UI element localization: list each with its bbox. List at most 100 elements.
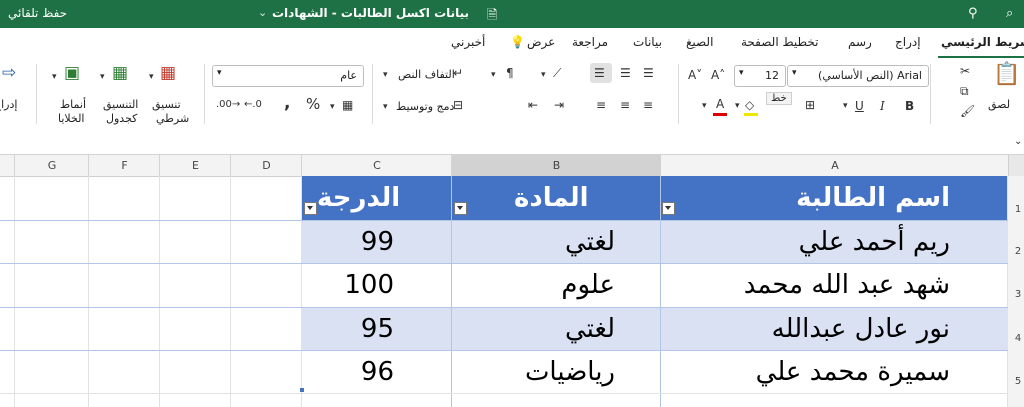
table-cell[interactable]: لغتي (565, 309, 615, 349)
table-cell[interactable]: علوم (561, 265, 615, 305)
column-header-e[interactable]: E (159, 155, 231, 176)
tab-page-layout[interactable]: تخطيط الصفحة (741, 35, 818, 49)
chevron-down-icon[interactable]: ▾ (149, 70, 154, 84)
column-header-f[interactable]: F (88, 155, 160, 176)
align-top-icon[interactable]: ☰ (643, 66, 654, 80)
conditional-format-label-2[interactable]: شرطي (156, 112, 189, 125)
chevron-down-icon[interactable]: ▾ (491, 68, 496, 82)
filter-dropdown-icon[interactable] (454, 202, 467, 215)
table-cell[interactable]: سميرة محمد علي (756, 352, 950, 392)
align-middle-icon[interactable]: ☰ (620, 66, 631, 80)
cell-styles-label-2[interactable]: الخلايا (58, 112, 85, 125)
column-header-b[interactable]: B (451, 155, 661, 178)
tab-formulas[interactable]: الصيغ (686, 35, 713, 49)
row-header[interactable]: 4 (1012, 333, 1024, 344)
bold-icon[interactable]: B (905, 99, 914, 113)
conditional-formatting-icon[interactable]: ▦ (160, 65, 176, 82)
borders-icon[interactable]: ⊞ (805, 98, 815, 112)
row-header[interactable]: 3 (1012, 289, 1024, 300)
align-center-icon[interactable]: ≡ (620, 98, 630, 112)
insert-cells-icon[interactable]: ⇨ (2, 65, 16, 82)
column-header-a[interactable]: A (660, 155, 1009, 176)
number-format-select[interactable]: عام ▾ (212, 65, 364, 87)
table-cell[interactable]: نور عادل عبدالله (772, 309, 950, 349)
row-header[interactable]: 5 (1012, 376, 1024, 387)
format-as-table-icon[interactable]: ▦ (112, 65, 128, 82)
font-color-icon[interactable]: A (716, 97, 724, 111)
tab-review[interactable]: مراجعة (572, 35, 608, 49)
decrease-font-size-icon[interactable]: A˅ (688, 68, 702, 82)
table-cell[interactable]: شهد عبد الله محمد (744, 265, 950, 305)
chevron-down-icon[interactable]: ▾ (100, 70, 105, 84)
column-header-d[interactable]: D (230, 155, 302, 176)
merge-center-label[interactable]: دمج وتوسيط (396, 100, 454, 113)
table-resize-handle[interactable] (300, 388, 304, 392)
decrease-indent-icon[interactable]: ⇤ (528, 98, 538, 112)
align-bottom-icon[interactable]: ☰ (594, 66, 605, 80)
row-header[interactable]: 2 (1012, 246, 1024, 257)
column-header-g[interactable]: G (14, 155, 89, 176)
cell-styles-icon[interactable]: ▣ (64, 65, 80, 82)
chevron-down-icon[interactable]: ▾ (330, 100, 335, 114)
title-dropdown-icon[interactable]: ⌄ (258, 6, 267, 19)
cell-styles-label-1[interactable]: أنماط (60, 98, 86, 111)
percent-icon[interactable]: % (306, 97, 320, 112)
conditional-format-label-1[interactable]: تنسيق (152, 98, 181, 111)
filter-dropdown-icon[interactable] (662, 202, 675, 215)
table-cell[interactable]: 100 (344, 265, 394, 305)
tab-insert[interactable]: إدراج (895, 35, 921, 49)
accounting-format-icon[interactable]: ▦ (342, 98, 353, 112)
table-header-name[interactable]: اسم الطالبة (796, 178, 950, 218)
wrap-text-label[interactable]: التفاف النص (398, 68, 455, 81)
text-direction-icon[interactable]: ¶ (506, 66, 514, 80)
underline-icon[interactable]: U (855, 99, 864, 113)
tab-data[interactable]: بيانات (633, 35, 662, 49)
paste-icon[interactable]: 📋 (993, 64, 1020, 86)
cut-icon[interactable]: ✂ (960, 64, 970, 78)
format-table-label-2[interactable]: كجدول (106, 112, 137, 125)
chevron-down-icon[interactable]: ▾ (702, 99, 707, 113)
table-cell[interactable]: لغتي (565, 222, 615, 262)
insert-label[interactable]: إدراج (0, 98, 17, 111)
table-cell[interactable]: 99 (361, 222, 394, 262)
tab-draw[interactable]: رسم (848, 35, 872, 49)
chevron-down-icon[interactable]: ▾ (735, 99, 740, 113)
table-header-subject[interactable]: المادة (514, 178, 589, 218)
format-painter-icon[interactable]: 🖌 (960, 104, 975, 118)
autosave-label[interactable]: حفظ تلقائي (8, 6, 67, 20)
copy-icon[interactable]: ⧉ (960, 84, 969, 98)
share-icon[interactable]: ⚲ (968, 6, 978, 21)
chevron-down-icon[interactable]: ▾ (383, 100, 388, 114)
increase-indent-icon[interactable]: ⇥ (554, 98, 564, 112)
orientation-icon[interactable]: ⟋ (553, 66, 561, 80)
font-size-select[interactable]: 12 ▾ (734, 65, 786, 87)
font-name-select[interactable]: (النص الأساسي) Arial ▾ (787, 65, 929, 87)
chevron-down-icon[interactable]: ▾ (541, 68, 546, 82)
chevron-down-icon[interactable]: ▾ (52, 70, 57, 84)
filter-dropdown-icon[interactable] (304, 202, 317, 215)
table-cell[interactable]: 95 (361, 309, 394, 349)
decrease-decimal-icon[interactable]: ←.0 (244, 98, 262, 112)
fill-color-icon[interactable]: ◇ (745, 98, 754, 112)
paste-label[interactable]: لصق (988, 98, 1010, 111)
align-left-icon[interactable]: ≡ (596, 98, 606, 112)
worksheet-grid[interactable]: 1 2 3 4 5 اسم الطالبة المادة الدرجة ريم … (0, 176, 1024, 407)
tab-view[interactable]: عرض (527, 35, 555, 49)
tab-home[interactable]: الشريط الرئيسي (941, 35, 1024, 49)
tab-tell-me[interactable]: أخبرني (451, 35, 485, 49)
table-cell[interactable]: رياضيات (525, 352, 615, 392)
chevron-down-icon[interactable]: ▾ (383, 68, 388, 82)
increase-decimal-icon[interactable]: .00→ (216, 98, 240, 112)
format-table-label-1[interactable]: التنسيق (103, 98, 138, 111)
chevron-down-icon[interactable]: ⌄ (1014, 135, 1022, 149)
italic-icon[interactable]: I (880, 99, 885, 113)
column-header-c[interactable]: C (301, 155, 452, 176)
table-header-grade[interactable]: الدرجة (317, 178, 400, 218)
align-right-icon[interactable]: ≡ (643, 98, 653, 112)
select-all-corner[interactable] (1008, 155, 1024, 176)
increase-font-size-icon[interactable]: A˄ (711, 68, 725, 82)
comma-style-icon[interactable]: , (284, 95, 290, 112)
search-icon[interactable]: ⌕ (1006, 6, 1013, 21)
chevron-down-icon[interactable]: ▾ (843, 99, 848, 113)
table-cell[interactable]: 96 (361, 352, 394, 392)
